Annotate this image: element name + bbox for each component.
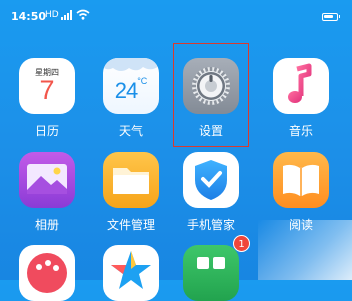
cellular-signal-icon — [61, 10, 72, 20]
hd-signal-icon: HD — [45, 10, 59, 20]
music-note-icon — [288, 63, 312, 103]
app-label-phone-manager: 手机管家 — [186, 218, 235, 232]
music-icon — [273, 58, 329, 114]
battery-level — [324, 15, 333, 18]
weather-temp-value: 24 — [114, 78, 139, 103]
app-label-calendar: 日历 — [34, 124, 59, 138]
file-manager-icon — [103, 152, 159, 208]
app-gallery[interactable]: 相册 — [12, 152, 82, 237]
app-paint[interactable] — [12, 245, 82, 301]
app-files[interactable]: 文件管理 — [96, 152, 166, 237]
app-weather[interactable]: 24°C 天气 — [96, 58, 166, 143]
reading-icon — [273, 152, 329, 208]
weather-temperature: 24°C — [103, 75, 159, 104]
folder-icon — [113, 168, 149, 194]
app-phone-manager[interactable]: 手机管家 — [176, 152, 246, 237]
settings-highlight-box — [173, 43, 249, 147]
weather-temp-unit: °C — [137, 75, 148, 86]
app-store-star-icon — [103, 245, 159, 301]
phone-manager-icon — [183, 152, 239, 208]
shield-icon — [195, 160, 227, 200]
palette-icon — [19, 245, 75, 301]
app-star[interactable] — [96, 245, 166, 301]
app-label-files: 文件管理 — [106, 218, 155, 232]
weather-icon: 24°C — [103, 58, 159, 114]
app-label-weather: 天气 — [118, 124, 143, 138]
photo-landscape-icon — [27, 164, 67, 194]
app-label-music: 音乐 — [288, 124, 313, 138]
calendar-icon: 星期四 7 — [19, 58, 75, 114]
status-bar: 14:50 HD — [0, 0, 352, 34]
battery-icon — [322, 13, 340, 21]
calendar-day: 7 — [39, 75, 55, 105]
app-label-gallery: 相册 — [34, 218, 59, 232]
status-time: 14:50 — [11, 10, 47, 23]
book-icon — [283, 164, 319, 196]
gallery-icon — [19, 152, 75, 208]
app-music[interactable]: 音乐 — [266, 58, 336, 143]
app-calendar[interactable]: 星期四 7 日历 — [12, 58, 82, 143]
notification-badge: 1 — [233, 235, 250, 252]
blurred-overlay — [258, 220, 352, 280]
cloud-icon — [103, 58, 159, 71]
wifi-icon — [76, 9, 90, 20]
grid-icon — [183, 245, 239, 301]
